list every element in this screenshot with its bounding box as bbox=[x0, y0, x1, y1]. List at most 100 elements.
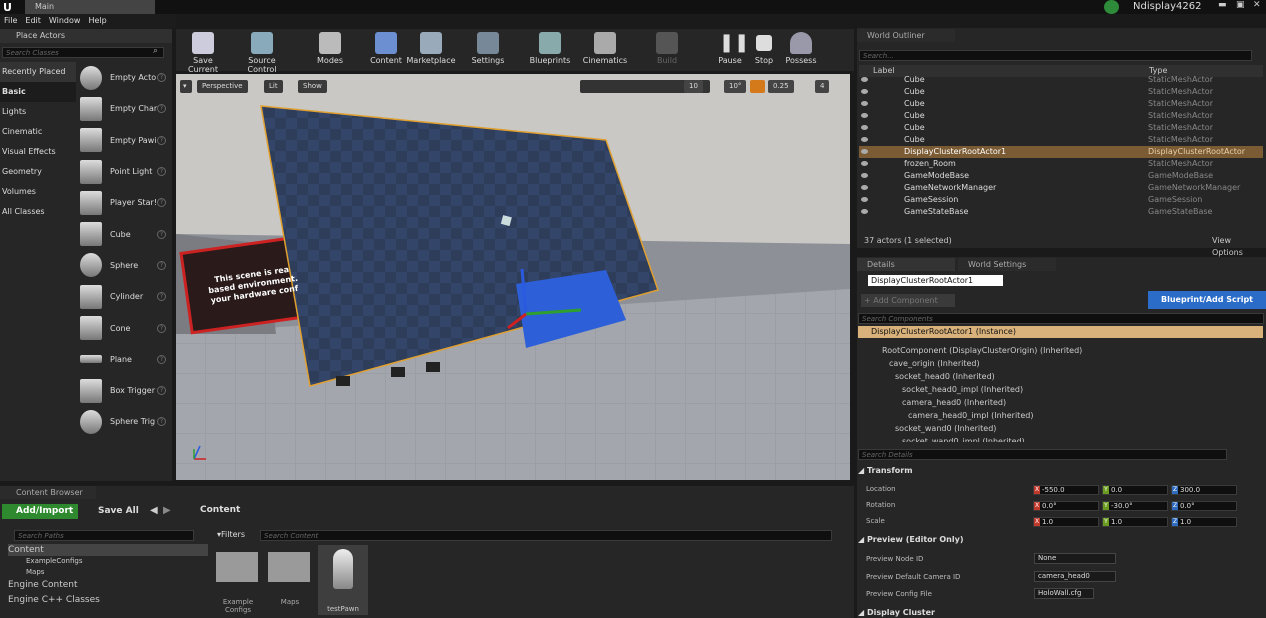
outliner-row[interactable]: Cube StaticMeshActor bbox=[859, 110, 1263, 122]
actor-empty-pawn[interactable]: Empty Pawi? bbox=[0, 125, 172, 156]
scale-x-field[interactable]: X 1.0 bbox=[1033, 517, 1099, 527]
tree-root-component[interactable]: RootComponent (DisplayClusterOrigin) (In… bbox=[866, 344, 1082, 357]
search-content-input[interactable]: Search Content bbox=[260, 530, 832, 541]
help-icon[interactable]: ? bbox=[157, 104, 166, 114]
location-y-field[interactable]: Y 0.0 bbox=[1102, 485, 1168, 495]
outliner-row[interactable]: GameStateBase GameStateBase bbox=[859, 206, 1263, 218]
help-icon[interactable]: ? bbox=[157, 417, 166, 427]
show-button[interactable]: Show bbox=[298, 80, 327, 93]
search-components-input[interactable]: Search Components bbox=[858, 313, 1264, 324]
outliner-row[interactable]: GameSession GameSession bbox=[859, 194, 1263, 206]
save-all-button[interactable]: Save All bbox=[86, 504, 140, 519]
tree-camera-head0-impl[interactable]: camera_head0_impl (Inherited) bbox=[866, 409, 1082, 422]
eye-icon[interactable] bbox=[861, 101, 868, 106]
outliner-row[interactable]: DisplayClusterRootActor1 DisplayClusterRo… bbox=[859, 146, 1263, 158]
folder-engine-content[interactable]: Engine Content bbox=[8, 578, 208, 593]
scale-y-field[interactable]: Y 1.0 bbox=[1102, 517, 1168, 527]
level-viewport[interactable]: This scene is rea based environment. your … bbox=[176, 74, 850, 480]
actor-empty-character[interactable]: Empty Char? bbox=[0, 93, 172, 124]
eye-icon[interactable] bbox=[861, 125, 868, 130]
outliner-row[interactable]: Cube StaticMeshActor bbox=[859, 86, 1263, 98]
transform-section[interactable]: ◢ Transform bbox=[858, 466, 913, 475]
asset-maps[interactable]: Maps bbox=[268, 552, 312, 616]
marketplace-button[interactable]: Marketplace bbox=[405, 32, 457, 68]
help-icon[interactable]: ? bbox=[157, 292, 166, 302]
view-options-button[interactable]: View Options bbox=[1212, 235, 1263, 259]
outliner-row[interactable]: Cube StaticMeshActor bbox=[859, 122, 1263, 134]
outliner-row[interactable]: Cube StaticMeshActor bbox=[859, 98, 1263, 110]
eye-icon[interactable] bbox=[861, 149, 868, 154]
filters-button[interactable]: ▾Filters bbox=[217, 530, 257, 541]
menu-window[interactable]: Window bbox=[45, 14, 85, 28]
content-browser-tab[interactable]: Content Browser bbox=[0, 486, 96, 499]
source-control-button[interactable]: Source Control bbox=[233, 32, 291, 74]
preview-camera-dropdown[interactable]: camera_head0 bbox=[1034, 571, 1116, 582]
rotation-snap-value[interactable]: 10° bbox=[724, 80, 747, 93]
location-z-field[interactable]: Z 300.0 bbox=[1171, 485, 1237, 495]
asset-example-configs[interactable]: Example Configs bbox=[216, 552, 260, 616]
outliner-search-input[interactable]: Search... bbox=[859, 50, 1252, 61]
actor-cube[interactable]: Cube? bbox=[0, 218, 172, 249]
eye-icon[interactable] bbox=[861, 197, 868, 202]
actor-player-start[interactable]: Player Star!? bbox=[0, 187, 172, 218]
folder-example-configs[interactable]: ExampleConfigs bbox=[8, 556, 208, 567]
preview-config-field[interactable]: HoloWall.cfg bbox=[1034, 588, 1094, 599]
preview-node-dropdown[interactable]: None bbox=[1034, 553, 1116, 564]
perspective-button[interactable]: Perspective bbox=[197, 80, 248, 93]
viewport-options-dropdown[interactable]: ▾ bbox=[180, 80, 192, 93]
tree-socket-wand0-impl[interactable]: socket_wand0_impl (Inherited) bbox=[866, 435, 1082, 442]
rotation-label[interactable]: Rotation bbox=[866, 501, 895, 509]
details-tab[interactable]: Details bbox=[857, 258, 955, 271]
tree-socket-head0-impl[interactable]: socket_head0_impl (Inherited) bbox=[866, 383, 1082, 396]
eye-icon[interactable] bbox=[861, 89, 868, 94]
menu-edit[interactable]: Edit bbox=[21, 14, 45, 28]
help-icon[interactable]: ? bbox=[157, 167, 166, 177]
actor-sphere[interactable]: Sphere? bbox=[0, 250, 172, 281]
search-classes-input[interactable]: Search Classes bbox=[2, 47, 164, 58]
minimize-icon[interactable]: ▬ bbox=[1218, 0, 1227, 10]
blueprint-add-script-button[interactable]: Blueprint/Add Script bbox=[1148, 291, 1266, 309]
maximize-icon[interactable]: ▣ bbox=[1236, 0, 1245, 10]
eye-icon[interactable] bbox=[861, 161, 868, 166]
search-paths-input[interactable]: Search Paths bbox=[14, 530, 194, 541]
eye-icon[interactable] bbox=[861, 113, 868, 118]
location-x-field[interactable]: X -550.0 bbox=[1033, 485, 1099, 495]
actor-box-trigger[interactable]: Box Trigger? bbox=[0, 375, 172, 406]
possess-button[interactable]: Possess bbox=[775, 32, 827, 68]
instance-row[interactable]: DisplayClusterRootActor1 (Instance) bbox=[858, 326, 1263, 338]
close-icon[interactable]: ✕ bbox=[1253, 0, 1261, 10]
rotation-y-field[interactable]: Y -30.0° bbox=[1102, 501, 1168, 511]
content-path[interactable]: Content bbox=[200, 505, 240, 515]
help-icon[interactable]: ? bbox=[157, 260, 166, 270]
tree-camera-head0[interactable]: camera_head0 (Inherited) bbox=[866, 396, 1082, 409]
world-settings-tab[interactable]: World Settings bbox=[958, 258, 1056, 271]
actor-name-field[interactable]: DisplayClusterRootActor1 bbox=[868, 275, 1003, 286]
help-icon[interactable]: ? bbox=[157, 229, 166, 239]
folder-maps[interactable]: Maps bbox=[8, 567, 208, 578]
level-tab[interactable]: Main bbox=[25, 0, 155, 14]
actor-plane[interactable]: Plane? bbox=[0, 344, 172, 375]
rotation-x-field[interactable]: X 0.0° bbox=[1033, 501, 1099, 511]
lit-button[interactable]: Lit bbox=[264, 80, 283, 93]
add-component-button[interactable]: + Add Component bbox=[861, 294, 955, 307]
scale-snap-value[interactable]: 0.25 bbox=[768, 80, 794, 93]
outliner-row[interactable]: Cube StaticMeshActor bbox=[859, 74, 1263, 86]
eye-icon[interactable] bbox=[861, 77, 868, 82]
build-button[interactable]: Build bbox=[641, 32, 693, 68]
tree-cave-origin[interactable]: cave_origin (Inherited) bbox=[866, 357, 1082, 370]
tree-socket-wand0[interactable]: socket_wand0 (Inherited) bbox=[866, 422, 1082, 435]
modes-button[interactable]: Modes bbox=[304, 32, 356, 68]
search-details-input[interactable]: Search Details bbox=[858, 449, 1227, 460]
actor-cone[interactable]: Cone? bbox=[0, 312, 172, 343]
outliner-row[interactable]: GameModeBase GameModeBase bbox=[859, 170, 1263, 182]
asset-test-pawn[interactable]: testPawn bbox=[318, 545, 368, 615]
cinematics-button[interactable]: Cinematics bbox=[579, 32, 631, 68]
eye-icon[interactable] bbox=[861, 137, 868, 142]
menu-file[interactable]: File bbox=[0, 14, 21, 28]
folder-engine-cpp-classes[interactable]: Engine C++ Classes bbox=[8, 593, 208, 608]
scale-snap-icon[interactable] bbox=[750, 80, 765, 93]
actor-sphere-trigger[interactable]: Sphere Trig? bbox=[0, 406, 172, 437]
back-arrow-icon[interactable]: ◀ bbox=[150, 505, 158, 516]
settings-button[interactable]: Settings bbox=[462, 32, 514, 68]
preview-section[interactable]: ◢ Preview (Editor Only) bbox=[858, 535, 963, 544]
